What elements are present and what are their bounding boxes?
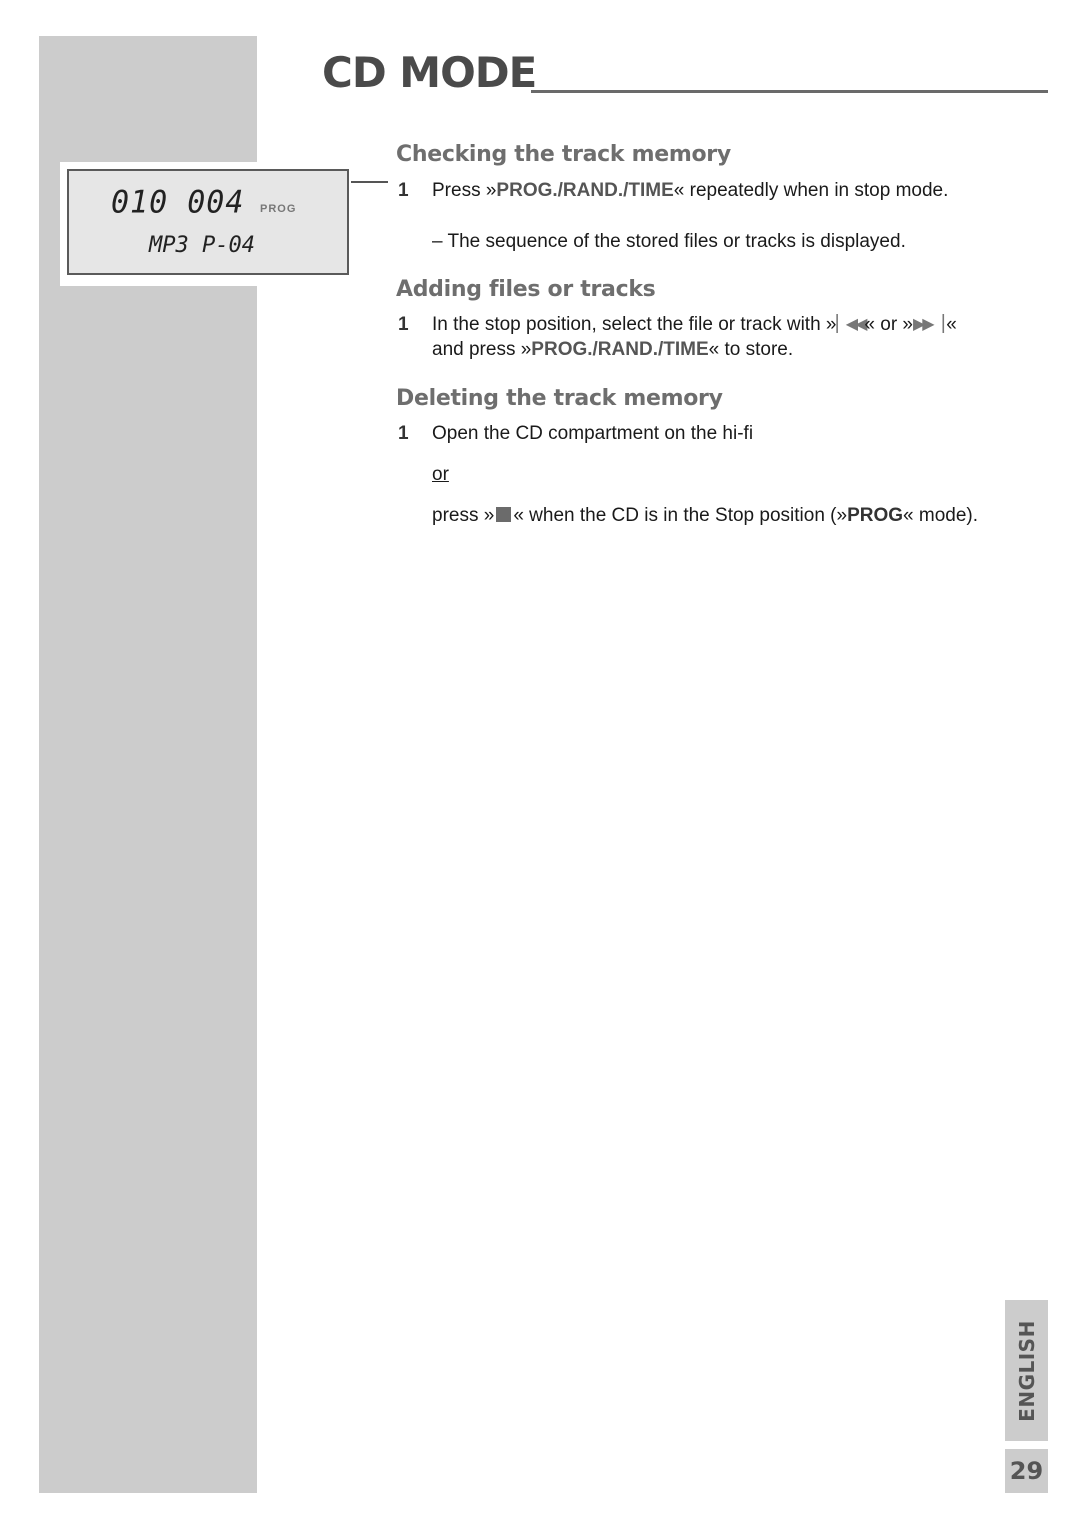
step-result: – The sequence of the stored files or tr… bbox=[432, 231, 906, 252]
language-label: ENGLISH bbox=[1014, 1319, 1039, 1422]
page-title: CD MODE bbox=[322, 48, 537, 97]
lcd-prog-indicator: PROG bbox=[260, 203, 297, 215]
text: « repeatedly when in stop mode. bbox=[673, 180, 949, 201]
step-alt-text: press » « when the CD is in the Stop posi… bbox=[432, 503, 979, 528]
title-rule bbox=[531, 90, 1048, 93]
text: In the stop position, select the file or… bbox=[432, 314, 837, 335]
text: press » bbox=[432, 505, 495, 526]
skip-back-icon: ▏◀◀ bbox=[836, 316, 867, 333]
section-heading-deleting: Deleting the track memory bbox=[396, 386, 723, 411]
skip-forward-icon: ▶▶▕ bbox=[913, 316, 944, 333]
step-number: 1 bbox=[398, 314, 409, 335]
text: « mode). bbox=[903, 505, 978, 526]
key-label: PROG bbox=[847, 505, 904, 526]
or-separator: or bbox=[432, 464, 449, 485]
step-text: Press »PROG./RAND./TIME« repeatedly when… bbox=[432, 178, 979, 203]
step-text: In the stop position, select the file or… bbox=[432, 312, 979, 362]
stop-icon bbox=[496, 507, 512, 522]
section-heading-checking: Checking the track memory bbox=[396, 142, 731, 167]
text: « or » bbox=[864, 314, 913, 335]
language-tab: ENGLISH bbox=[1005, 1300, 1048, 1441]
text: Press » bbox=[432, 180, 497, 201]
key-label: PROG./RAND./TIME bbox=[531, 339, 709, 360]
text: « to store. bbox=[708, 339, 794, 360]
step-number: 1 bbox=[398, 423, 409, 444]
lcd-line-1: 010 004 bbox=[111, 184, 245, 221]
step-text: Open the CD compartment on the hi-fi bbox=[432, 423, 754, 444]
callout-line bbox=[351, 181, 388, 183]
text: « when the CD is in the Stop position (» bbox=[513, 505, 848, 526]
lcd-line-2: MP3 P-04 bbox=[149, 233, 255, 258]
key-label: PROG./RAND./TIME bbox=[496, 180, 674, 201]
step-number: 1 bbox=[398, 180, 409, 201]
section-heading-adding: Adding files or tracks bbox=[396, 277, 656, 302]
lcd-display: 010 004 PROG MP3 P-04 bbox=[67, 169, 349, 275]
page-number-tab: 29 bbox=[1005, 1449, 1048, 1493]
page-number: 29 bbox=[1009, 1457, 1044, 1485]
